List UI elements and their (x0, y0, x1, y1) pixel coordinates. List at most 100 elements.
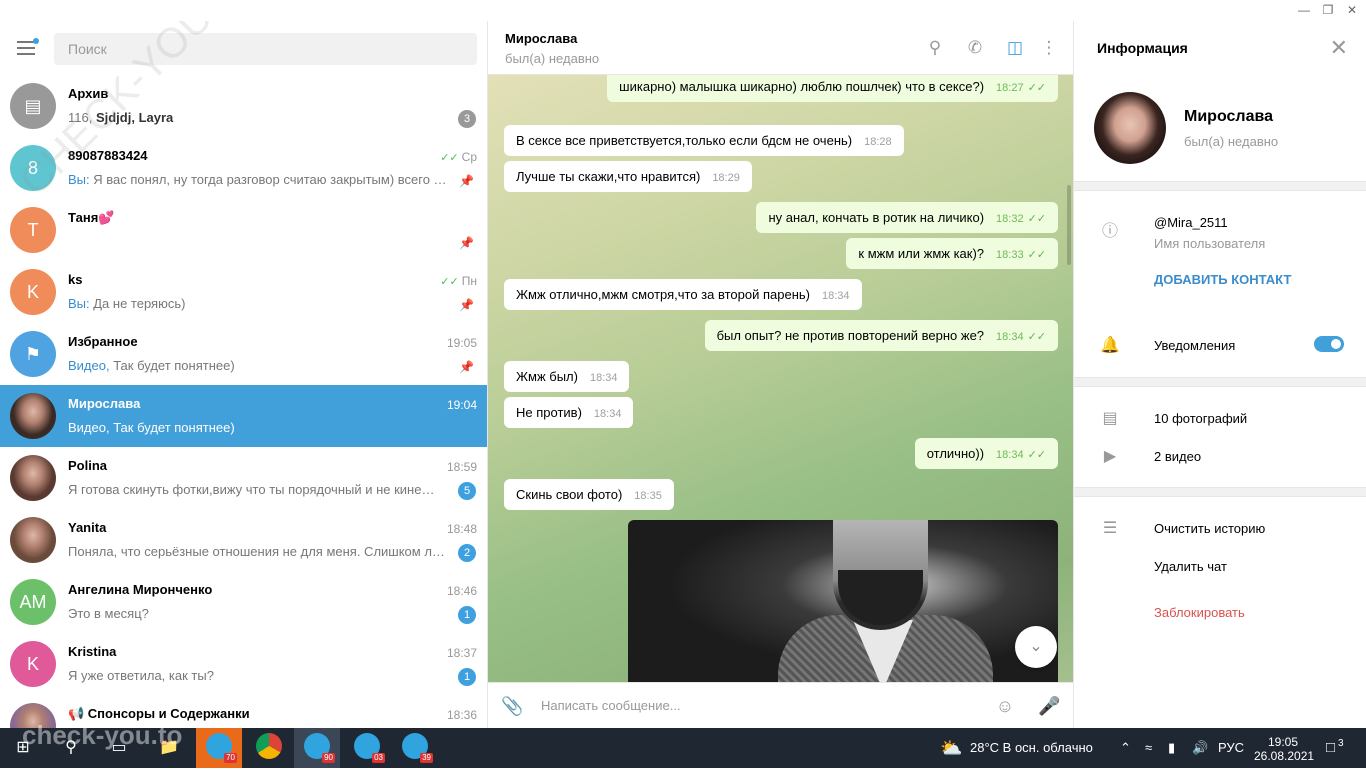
message-time: 18:33 (996, 249, 1024, 261)
weather-icon[interactable]: ⛅ (940, 728, 962, 768)
message-text: был опыт? не против повторений верно же? (716, 328, 985, 343)
chat-list-item[interactable]: ⚑ Избранное 19:05 Видео, Так будет понятнее… (0, 323, 487, 385)
info-title: Информация (1097, 40, 1188, 56)
notification-icon[interactable]: □ (1326, 728, 1335, 768)
phone-icon[interactable]: ✆ (964, 37, 986, 59)
outgoing-message[interactable]: к мжм или жмж как)? 18:33 ✓✓ (846, 238, 1058, 269)
chat-list-item[interactable]: Polina 18:59 Я готова скинуть фотки,вижу ч… (0, 447, 487, 509)
incoming-message[interactable]: Жмж отлично,мжм смотря,что за второй пар… (504, 279, 862, 310)
info-panel: Информация ✕ Мирослава был(а) недавно ⓘ … (1073, 21, 1366, 728)
bell-icon: 🔔 (1100, 337, 1120, 354)
chat-time-text: 18:46 (446, 584, 477, 598)
photo-message[interactable] (628, 520, 1058, 682)
clock-date[interactable]: 26.08.2021 (1254, 736, 1314, 776)
telegram-app-3[interactable]: 03 (344, 728, 390, 768)
add-contact-button[interactable]: ДОБАВИТЬ КОНТАКТ (1154, 272, 1291, 287)
attach-icon[interactable]: 📎 (501, 695, 523, 717)
minimize-button[interactable]: — (1293, 2, 1315, 18)
outgoing-message[interactable]: ну анал, кончать в ротик на личико) 18:32… (756, 202, 1058, 233)
message-time: 18:34 (593, 408, 622, 420)
search-icon[interactable]: ⚲ (924, 37, 946, 59)
message-time: 18:29 (712, 172, 740, 184)
chat-list-panel: Поиск ▤ Архив 116, Sjdjdj, Layra 3 8 89087883… (0, 21, 488, 728)
microphone-icon[interactable]: 🎤 (1038, 695, 1060, 717)
chat-preview: Я уже ответила, как ты? (68, 668, 453, 683)
videos-link[interactable]: 2 видео (1154, 449, 1201, 464)
telegram-app-4[interactable]: 39 (392, 728, 438, 768)
clear-history-button[interactable]: Очистить историю (1154, 521, 1265, 536)
message-time: 18:34 (589, 372, 618, 384)
scrollbar[interactable] (1067, 185, 1071, 265)
search-input[interactable]: Поиск (54, 33, 477, 65)
network-icon[interactable]: ≈ (1145, 728, 1152, 768)
incoming-message[interactable]: В сексе все приветствуется,только если б… (504, 125, 904, 156)
chevron-down-icon[interactable]: ⌄ (1015, 626, 1057, 668)
read-check-icon: ✓✓ (440, 276, 459, 288)
incoming-message[interactable]: Лучше ты скажи,что нравится) 18:29 (504, 161, 752, 192)
video-icon: ▶ (1103, 448, 1117, 465)
preview-text: Я вас понял, ну тогда разговор считаю за… (93, 172, 447, 187)
chat-preview: Вы: Да не теряюсь) (68, 296, 453, 311)
chat-list-header: Поиск (0, 21, 487, 75)
message-text: Лучше ты скажи,что нравится) (516, 169, 701, 184)
more-icon[interactable]: ⋮ (1038, 37, 1060, 59)
menu-unread-dot (33, 38, 39, 44)
chat-time-text: 18:48 (446, 522, 477, 536)
notifications-label: Уведомления (1154, 338, 1236, 353)
message-input[interactable]: Написать сообщение... (541, 698, 681, 713)
incoming-message[interactable]: Скинь свои фото) 18:35 (504, 479, 674, 510)
notifications-toggle[interactable] (1314, 336, 1344, 352)
avatar[interactable] (1094, 92, 1166, 164)
conversation-title[interactable]: Мирослава (505, 31, 577, 46)
bookmark-icon: ⚑ (10, 331, 56, 377)
avatar (10, 455, 56, 501)
photos-link[interactable]: 10 фотографий (1154, 411, 1247, 426)
chat-time-text: 18:59 (446, 460, 477, 474)
chat-list-item[interactable]: Kks ✓✓ Пн Вы: Да не теряюсь) 📌 (0, 261, 487, 323)
preview-text: Да не теряюсь) (93, 296, 186, 311)
battery-icon[interactable]: ▮ (1168, 728, 1175, 768)
pin-icon: 📌 (459, 174, 474, 188)
message-time: 18:34 (996, 331, 1024, 343)
outgoing-message[interactable]: был опыт? не против повторений верно же?… (704, 320, 1058, 351)
block-button[interactable]: Заблокировать (1154, 605, 1245, 620)
volume-icon[interactable]: 🔊 (1192, 728, 1208, 768)
chat-list-item[interactable]: Yanita 18:48 Поняла, что серьёзные отношен… (0, 509, 487, 571)
message-text: Жмж отлично,мжм смотря,что за второй пар… (516, 287, 810, 302)
menu-icon[interactable] (17, 38, 39, 55)
message-text: В сексе все приветствуется,только если б… (516, 133, 853, 148)
chrome-icon[interactable] (246, 728, 292, 768)
chat-list-item[interactable]: AM Ангелина Миронченко 18:46 Это в месяц? 1 (0, 571, 487, 633)
emoji-icon[interactable]: ☺ (994, 695, 1016, 717)
sidebar-toggle-icon[interactable]: ◫ (1004, 37, 1026, 59)
profile-status: был(а) недавно (1184, 134, 1279, 149)
outgoing-message[interactable]: шикарно) малышка шикарно) люблю пошлчек)… (607, 75, 1058, 102)
chat-time: 19:04 (447, 398, 477, 412)
outgoing-message[interactable]: отлично)) 18:34 ✓✓ (914, 438, 1058, 469)
incoming-message[interactable]: Не против) 18:34 (504, 397, 634, 428)
chat-time: ✓✓ Пн (440, 274, 477, 288)
conversation-panel: Мирослава был(а) недавно ⚲ ✆ ◫ ⋮ ⌄ шикар… (488, 21, 1073, 728)
username-value[interactable]: @Mira_2511 (1154, 215, 1228, 230)
conversation-status: был(а) недавно (505, 51, 600, 66)
chat-list-item[interactable]: Т Таня💕 📌 (0, 199, 487, 261)
weather-text[interactable]: 28°C В осн. облачно (970, 728, 1093, 768)
preview-text: Видео, Так будет понятнее) (68, 420, 235, 435)
unread-badge: 2 (458, 544, 476, 562)
watermark-overlay: check-you.to (22, 720, 183, 750)
message-time: 18:28 (864, 136, 892, 148)
delete-chat-button[interactable]: Удалить чат (1154, 559, 1227, 574)
chat-list-item[interactable]: Мирослава 19:04 Видео, Так будет понятнее) (0, 385, 487, 447)
language-indicator[interactable]: РУС (1218, 728, 1244, 768)
close-icon[interactable]: ✕ (1330, 35, 1348, 61)
divider (1074, 377, 1366, 387)
telegram-app-1[interactable]: 70 (196, 728, 242, 768)
tray-chevron-icon[interactable]: ⌃ (1120, 728, 1131, 768)
close-window-button[interactable]: ✕ (1341, 2, 1363, 18)
incoming-message[interactable]: Жмж был) 18:34 (504, 361, 630, 392)
telegram-app-2[interactable]: 90 (294, 728, 340, 768)
chat-time-text: Ср (461, 150, 477, 164)
avatar: AM (10, 579, 56, 625)
chat-list-item[interactable]: K Kristina 18:37 Я уже ответила, как ты? 1 (0, 633, 487, 695)
maximize-button[interactable]: ❐ (1317, 2, 1339, 18)
